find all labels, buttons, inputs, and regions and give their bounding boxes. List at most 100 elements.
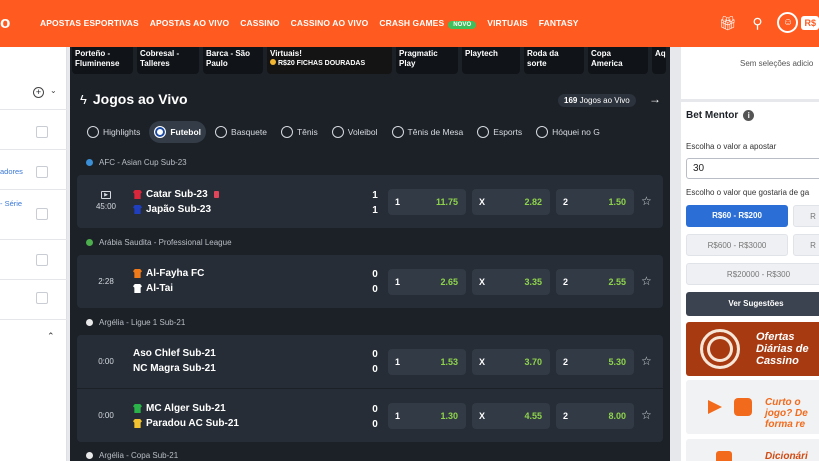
- league-header[interactable]: Argélia - Ligue 1 Sub-21: [86, 318, 185, 327]
- sidebar-checkbox[interactable]: [36, 166, 48, 178]
- sidebar-checkbox[interactable]: [36, 254, 48, 266]
- sidebar-row[interactable]: adores: [0, 152, 67, 190]
- range-chip-selected[interactable]: R$60 - R$200: [686, 205, 788, 227]
- gift-icon[interactable]: 🎁︎: [717, 13, 737, 33]
- odd-home-button[interactable]: 1 2.65: [388, 269, 466, 295]
- odd-home-button[interactable]: 1 11.75: [388, 189, 466, 215]
- nav-apostas-ao-vivo[interactable]: APOSTAS AO VIVO: [150, 18, 229, 28]
- live-stream-icon[interactable]: ▶: [101, 191, 111, 199]
- range-chip[interactable]: R$600 - R$3000: [686, 234, 788, 256]
- user-account-button[interactable]: ☺ R$: [777, 12, 819, 33]
- odd-key: 1: [395, 197, 401, 207]
- chevron-up-icon[interactable]: ⌃: [47, 331, 55, 342]
- odd-key: X: [479, 197, 486, 207]
- odd-key: X: [479, 277, 486, 287]
- home-score: 0: [372, 349, 378, 360]
- match-row[interactable]: ▶ 45:00 Catar Sub-23 Japão Sub-23 1 1 1 11…: [77, 175, 663, 227]
- odd-home-button[interactable]: 1 1.53: [388, 349, 466, 375]
- favorite-star-icon[interactable]: ☆: [641, 274, 652, 288]
- brand-logo[interactable]: o: [0, 14, 10, 32]
- sidebar-checkbox[interactable]: [36, 126, 48, 138]
- banner-card[interactable]: Roda da sorte: [524, 47, 584, 74]
- win-amount-label: Escolho o valor que gostaria de ga: [686, 188, 810, 197]
- odd-away-button[interactable]: 2 8.00: [556, 403, 634, 429]
- league-header[interactable]: Argélia - Copa Sub-21: [86, 451, 178, 460]
- promo-responsible-gaming[interactable]: Curto o jogo? De forma re: [686, 380, 819, 434]
- match-clock: 0:00: [87, 411, 125, 420]
- sidebar-row-label: adores: [0, 167, 23, 176]
- odd-draw-button[interactable]: X 3.70: [472, 349, 550, 375]
- league-header[interactable]: Arábia Saudita - Professional League: [86, 238, 232, 247]
- banner-card[interactable]: Barca - São Paulo: [203, 47, 263, 74]
- banner-line2: Aq: [655, 49, 666, 58]
- banner-card[interactable]: Virtuais! R$20 FICHAS DOURADAS: [267, 47, 392, 74]
- range-chip[interactable]: R$20000 - R$300: [686, 263, 819, 285]
- sidebar-row[interactable]: - Série: [0, 192, 67, 240]
- chevron-down-icon[interactable]: ⌄: [50, 86, 57, 95]
- sidebar-row[interactable]: [0, 282, 67, 320]
- sport-tab-futebol[interactable]: Futebol: [149, 121, 207, 143]
- range-chip[interactable]: R: [793, 234, 819, 256]
- odd-away-button[interactable]: 2 2.55: [556, 269, 634, 295]
- sport-tab-voleibol[interactable]: Voleibol: [327, 121, 383, 143]
- odd-away-button[interactable]: 2 5.30: [556, 349, 634, 375]
- banner-card[interactable]: Cobresal - Talleres: [137, 47, 199, 74]
- match-row[interactable]: 0:00 MC Alger Sub-21 Paradou AC Sub-21 0…: [77, 388, 663, 440]
- nav-cassino[interactable]: CASSINO: [240, 18, 279, 28]
- nav-cassino-ao-vivo[interactable]: CASSINO AO VIVO: [291, 18, 369, 28]
- sport-tab-highlights[interactable]: Highlights: [82, 121, 145, 143]
- add-circle-icon[interactable]: +: [33, 87, 44, 98]
- match-row[interactable]: 2:28 Al-Fayha FC Al-Tai 0 0 1 2.65 X 3.35 …: [77, 255, 663, 307]
- promo-text: Ofertas Diárias de Cassino: [756, 331, 809, 367]
- odd-value: 1.30: [440, 411, 458, 421]
- banner-card[interactable]: Playtech: [462, 47, 520, 74]
- live-count-label: Jogos ao Vivo: [579, 96, 630, 105]
- banner-gold-offer: R$20 FICHAS DOURADAS: [270, 59, 389, 69]
- league-header[interactable]: AFC - Asian Cup Sub-23: [86, 158, 187, 167]
- odd-away-button[interactable]: 2 1.50: [556, 189, 634, 215]
- range-chip[interactable]: R: [793, 205, 819, 227]
- odd-draw-button[interactable]: X 2.82: [472, 189, 550, 215]
- nav-fantasy[interactable]: FANTASY: [539, 18, 579, 28]
- sport-tab-label: Futebol: [170, 127, 202, 137]
- home-jersey-icon: [133, 190, 142, 199]
- sidebar-row[interactable]: [0, 112, 67, 150]
- view-suggestions-button[interactable]: Ver Sugestões: [686, 292, 819, 316]
- odd-value: 8.00: [608, 411, 626, 421]
- home-jersey-icon: [133, 269, 142, 278]
- banner-card[interactable]: Copa America: [588, 47, 648, 74]
- promo-dictionary[interactable]: Dicionári: [686, 439, 819, 461]
- favorite-star-icon[interactable]: ☆: [641, 354, 652, 368]
- nav-apostas-esportivas[interactable]: APOSTAS ESPORTIVAS: [40, 18, 139, 28]
- sport-tab-tenis[interactable]: Tênis: [276, 121, 323, 143]
- sport-tab-esports[interactable]: Esports: [472, 121, 527, 143]
- sidebar-checkbox[interactable]: [36, 208, 48, 220]
- banner-card[interactable]: Aq: [652, 47, 666, 74]
- banner-card[interactable]: Pragmatic Play: [396, 47, 458, 74]
- banner-line1: Copa: [591, 49, 611, 58]
- away-jersey-icon: [133, 205, 142, 214]
- promo-daily-casino-offers[interactable]: Ofertas Diárias de Cassino: [686, 322, 819, 376]
- info-icon[interactable]: i: [743, 110, 755, 121]
- sidebar-row[interactable]: [0, 242, 67, 280]
- banner-card[interactable]: Porteño - Fluminense: [72, 47, 133, 74]
- live-count-pill[interactable]: 169 Jogos ao Vivo: [558, 94, 636, 107]
- arrow-right-icon[interactable]: →: [649, 92, 661, 106]
- odd-draw-button[interactable]: X 3.35: [472, 269, 550, 295]
- odd-draw-button[interactable]: X 4.55: [472, 403, 550, 429]
- sport-tab-hoquei[interactable]: Hóquei no G: [531, 121, 605, 143]
- favorite-star-icon[interactable]: ☆: [641, 194, 652, 208]
- odd-home-button[interactable]: 1 1.30: [388, 403, 466, 429]
- nav-crash-games[interactable]: CRASH GAMES NOVO: [379, 18, 477, 29]
- promo-text: Dicionári: [765, 451, 808, 461]
- odd-value: 1.50: [608, 197, 626, 207]
- favorite-star-icon[interactable]: ☆: [641, 408, 652, 422]
- match-row[interactable]: 0:00 Aso Chlef Sub-21 NC Magra Sub-21 0 …: [77, 335, 663, 387]
- search-icon[interactable]: ⚲: [747, 13, 767, 33]
- nav-virtuais[interactable]: VIRTUAIS: [487, 18, 527, 28]
- sport-tab-tenis-de-mesa[interactable]: Tênis de Mesa: [387, 121, 469, 143]
- sidebar-checkbox[interactable]: [36, 292, 48, 304]
- odd-key: 1: [395, 357, 401, 367]
- amount-input[interactable]: 30: [686, 158, 819, 179]
- sport-tab-basquete[interactable]: Basquete: [210, 121, 272, 143]
